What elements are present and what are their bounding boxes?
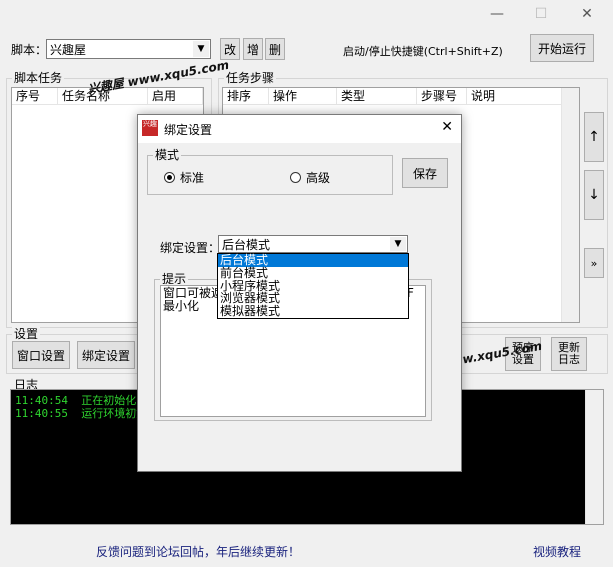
col-description[interactable]: 说明 [467, 88, 563, 104]
chevron-down-icon: ▼ [193, 41, 209, 57]
script-select[interactable]: 兴趣屋 ▼ [46, 39, 211, 59]
bind-select-label: 绑定设置： [160, 241, 221, 255]
hotkey-text: 启动/停止快捷键(Ctrl+Shift+Z) [343, 45, 503, 58]
settings-label: 设置 [12, 327, 41, 341]
move-up-button[interactable]: ↑ [584, 112, 604, 162]
task-steps-header: 排序 操作 类型 步骤号 说明 [223, 88, 579, 105]
option-background-mode[interactable]: 后台模式 [218, 254, 408, 267]
chevron-down-icon: ▼ [390, 237, 406, 251]
mode-standard-radio[interactable]: 标准 [164, 169, 204, 186]
radio-checked-icon [164, 172, 175, 183]
col-enabled[interactable]: 启用 [148, 88, 203, 104]
option-emulator-mode[interactable]: 模拟器模式 [218, 305, 408, 318]
option-foreground-mode[interactable]: 前台模式 [218, 266, 408, 280]
feedback-link[interactable]: 反馈问题到论坛回帖，年后继续更新！ [96, 543, 300, 560]
window-settings-button[interactable]: 窗口设置 [12, 341, 70, 369]
tip-label: 提示 [160, 272, 189, 286]
col-order[interactable]: 排序 [223, 88, 269, 104]
more-button[interactable]: » [584, 248, 604, 278]
bind-mode-value: 后台模式 [222, 237, 271, 252]
tip-line-1: 窗口可被遮 [163, 286, 224, 300]
save-button[interactable]: 保存 [402, 158, 448, 188]
bind-mode-select[interactable]: 后台模式 ▼ [218, 235, 408, 253]
col-type[interactable]: 类型 [337, 88, 417, 104]
task-steps-label: 任务步骤 [224, 71, 277, 85]
bind-mode-options[interactable]: 后台模式 前台模式 小程序模式 浏览器模式 模拟器模式 [217, 253, 409, 319]
col-index[interactable]: 序号 [12, 88, 58, 104]
video-tutorial-link[interactable]: 视频教程 [533, 543, 581, 560]
log-scrollbar[interactable] [585, 390, 603, 524]
col-step-number[interactable]: 步骤号 [417, 88, 467, 104]
app-logo-icon: 兴趣 [142, 120, 158, 136]
task-steps-scrollbar[interactable] [561, 88, 579, 322]
script-select-value: 兴趣屋 [50, 42, 87, 57]
bind-settings-button[interactable]: 绑定设置 [77, 341, 135, 369]
start-run-button[interactable]: 开始运行 [530, 34, 594, 62]
mode-label: 模式 [153, 148, 182, 162]
add-script-button[interactable]: 增 [243, 38, 263, 60]
dialog-title: 绑定设置 [164, 123, 213, 137]
script-label: 脚本： [11, 43, 48, 57]
dialog-titlebar: 兴趣 绑定设置 ✕ [138, 115, 461, 143]
delete-script-button[interactable]: 删 [265, 38, 285, 60]
script-tasks-label: 脚本任务 [12, 71, 65, 85]
move-down-button[interactable]: ↓ [584, 170, 604, 220]
minimize-button[interactable]: — [482, 2, 512, 26]
maximize-button[interactable]: ☐ [526, 2, 556, 26]
mode-advanced-radio[interactable]: 高级 [290, 169, 330, 186]
close-button[interactable]: ✕ [572, 2, 602, 26]
col-operation[interactable]: 操作 [269, 88, 337, 104]
radio-unchecked-icon [290, 172, 301, 183]
update-log-button[interactable]: 更新日志 [551, 337, 587, 371]
dialog-close-icon[interactable]: ✕ [441, 119, 453, 135]
